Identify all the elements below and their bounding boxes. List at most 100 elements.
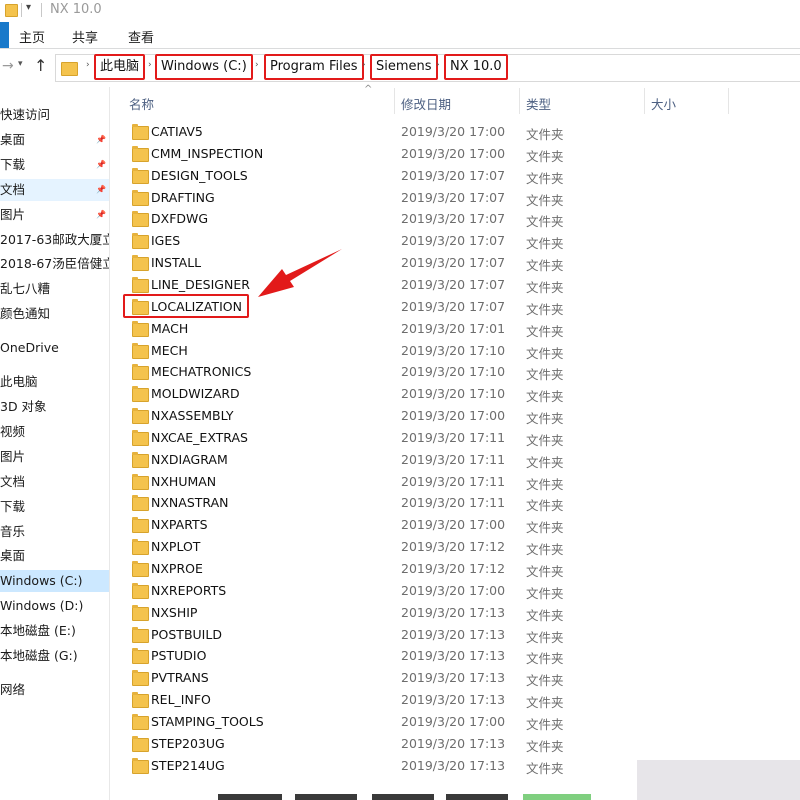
list-item[interactable]: IGES 2019/3/20 17:07 文件夹 (110, 230, 670, 252)
list-item[interactable]: STEP203UG 2019/3/20 17:13 文件夹 (110, 733, 670, 755)
folder-icon (132, 364, 149, 381)
nav-item[interactable]: 此电脑 (0, 371, 109, 393)
nav-item[interactable]: 视频 (0, 421, 109, 443)
folder-icon (132, 473, 149, 490)
chevron-right-icon[interactable]: › (86, 60, 90, 70)
pin-icon[interactable]: 📌 (96, 209, 106, 220)
folder-icon (132, 429, 149, 446)
list-item[interactable]: NXNASTRAN 2019/3/20 17:11 文件夹 (110, 492, 670, 514)
taskbar-thumbnail[interactable] (218, 794, 282, 800)
breadcrumb-this-pc[interactable]: 此电脑 (94, 54, 146, 80)
breadcrumb-siemens[interactable]: Siemens (370, 54, 438, 80)
list-item[interactable]: NXSHIP 2019/3/20 17:13 文件夹 (110, 602, 670, 624)
recent-locations-dropdown-icon[interactable]: ▾ (18, 59, 23, 69)
file-date: 2019/3/20 17:10 (401, 386, 506, 402)
list-item[interactable]: CMM_INSPECTION 2019/3/20 17:00 文件夹 (110, 143, 670, 165)
file-name: IGES (151, 233, 181, 249)
nav-item[interactable]: 乱七八糟 (0, 278, 109, 300)
nav-item[interactable]: 快速访问 (0, 104, 109, 126)
taskbar-thumbnail[interactable] (523, 794, 591, 800)
tab-share[interactable]: 共享 (72, 27, 98, 46)
list-item[interactable]: DRAFTING 2019/3/20 17:07 文件夹 (110, 187, 670, 209)
list-item[interactable]: POSTBUILD 2019/3/20 17:13 文件夹 (110, 624, 670, 646)
nav-item-label: 本地磁盘 (G:) (0, 648, 78, 663)
list-item[interactable]: STEP214UG 2019/3/20 17:13 文件夹 (110, 755, 670, 777)
nav-item[interactable]: 图片 📌 (0, 204, 109, 226)
nav-item[interactable]: OneDrive (0, 337, 109, 359)
list-item[interactable]: PVTRANS 2019/3/20 17:13 文件夹 (110, 667, 670, 689)
file-date: 2019/3/20 17:11 (401, 451, 506, 467)
list-item[interactable]: PSTUDIO 2019/3/20 17:13 文件夹 (110, 645, 670, 667)
list-item[interactable]: NXPROE 2019/3/20 17:12 文件夹 (110, 558, 670, 580)
nav-item[interactable]: 文档 (0, 471, 109, 493)
list-item[interactable]: LINE_DESIGNER 2019/3/20 17:07 文件夹 (110, 274, 670, 296)
nav-item[interactable]: 2017-63邮政大厦立 (0, 229, 109, 251)
breadcrumb-program-files[interactable]: Program Files (264, 54, 364, 80)
list-item[interactable]: INSTALL 2019/3/20 17:07 文件夹 (110, 252, 670, 274)
tab-view[interactable]: 查看 (128, 27, 154, 46)
folder-icon (132, 386, 149, 403)
nav-item[interactable]: 下载 📌 (0, 154, 109, 176)
list-item[interactable]: MECHATRONICS 2019/3/20 17:10 文件夹 (110, 361, 670, 383)
list-item[interactable]: DXFDWG 2019/3/20 17:07 文件夹 (110, 208, 670, 230)
list-item[interactable]: DESIGN_TOOLS 2019/3/20 17:07 文件夹 (110, 165, 670, 187)
chevron-right-icon[interactable]: › (148, 60, 152, 70)
list-item[interactable]: STAMPING_TOOLS 2019/3/20 17:00 文件夹 (110, 711, 670, 733)
tab-file[interactable] (0, 22, 9, 48)
list-item[interactable]: NXASSEMBLY 2019/3/20 17:00 文件夹 (110, 405, 670, 427)
breadcrumb-nx10[interactable]: NX 10.0 (444, 54, 508, 80)
nav-item[interactable]: Windows (D:) (0, 595, 109, 617)
nav-item[interactable]: 图片 (0, 446, 109, 468)
list-item[interactable]: REL_INFO 2019/3/20 17:13 文件夹 (110, 689, 670, 711)
quick-access-dropdown-icon[interactable]: ▾ (26, 2, 31, 13)
column-size[interactable]: 大小 (651, 94, 676, 113)
taskbar-thumbnail[interactable] (295, 794, 357, 800)
column-divider[interactable] (728, 88, 729, 114)
nav-item[interactable]: 下载 (0, 496, 109, 518)
nav-item[interactable]: Windows (C:) (0, 570, 109, 593)
nav-item[interactable]: 桌面 📌 (0, 129, 109, 151)
tab-home[interactable]: 主页 (19, 27, 45, 46)
nav-item-label: 本地磁盘 (E:) (0, 623, 76, 639)
pin-icon[interactable]: 📌 (96, 184, 106, 195)
column-divider[interactable] (644, 88, 645, 114)
nav-item[interactable]: 桌面 (0, 545, 109, 567)
taskbar-thumbnail[interactable] (372, 794, 434, 800)
column-name[interactable]: 名称 (129, 94, 154, 113)
chevron-right-icon[interactable]: › (255, 60, 259, 70)
nav-item[interactable]: 音乐 (0, 521, 109, 543)
file-type: 文件夹 (526, 454, 564, 470)
chevron-right-icon[interactable]: › (436, 60, 440, 70)
nav-item[interactable]: 3D 对象 (0, 396, 109, 418)
list-item[interactable]: NXCAE_EXTRAS 2019/3/20 17:11 文件夹 (110, 427, 670, 449)
up-arrow-icon[interactable]: ↑ (34, 56, 47, 75)
taskbar-thumbnail[interactable] (446, 794, 508, 800)
breadcrumb-drive-c[interactable]: Windows (C:) (155, 54, 253, 80)
column-date[interactable]: 修改日期 (401, 94, 451, 113)
nav-item[interactable]: 本地磁盘 (G:) (0, 645, 109, 667)
list-item[interactable]: NXHUMAN 2019/3/20 17:11 文件夹 (110, 471, 670, 493)
pin-icon[interactable]: 📌 (96, 134, 106, 145)
nav-item[interactable]: 2018-67汤臣倍健立 (0, 253, 109, 275)
column-divider[interactable] (519, 88, 520, 114)
list-item[interactable]: LOCALIZATION 2019/3/20 17:07 文件夹 (110, 293, 670, 318)
chevron-right-icon[interactable]: › (362, 60, 366, 70)
column-divider[interactable] (394, 88, 395, 114)
list-item[interactable]: NXDIAGRAM 2019/3/20 17:11 文件夹 (110, 449, 670, 471)
column-type[interactable]: 类型 (526, 94, 551, 113)
list-item[interactable]: NXREPORTS 2019/3/20 17:00 文件夹 (110, 580, 670, 602)
nav-item[interactable]: 文档 📌 (0, 178, 109, 201)
list-item[interactable]: MOLDWIZARD 2019/3/20 17:10 文件夹 (110, 383, 670, 405)
list-item[interactable]: MACH 2019/3/20 17:01 文件夹 (110, 318, 670, 340)
list-item[interactable]: CATIAV5 2019/3/20 17:00 文件夹 (110, 121, 670, 143)
nav-item[interactable]: 本地磁盘 (E:) (0, 620, 109, 642)
list-item[interactable]: NXPARTS 2019/3/20 17:00 文件夹 (110, 514, 670, 536)
nav-item[interactable]: 网络 (0, 679, 109, 701)
file-type: 文件夹 (526, 564, 564, 579)
list-item[interactable]: MECH 2019/3/20 17:10 文件夹 (110, 340, 670, 362)
pin-icon[interactable]: 📌 (96, 159, 106, 170)
file-date: 2019/3/20 17:11 (401, 495, 506, 511)
nav-item[interactable]: 颜色通知 (0, 303, 109, 325)
forward-arrow-icon[interactable]: → (2, 58, 14, 74)
list-item[interactable]: NXPLOT 2019/3/20 17:12 文件夹 (110, 536, 670, 558)
